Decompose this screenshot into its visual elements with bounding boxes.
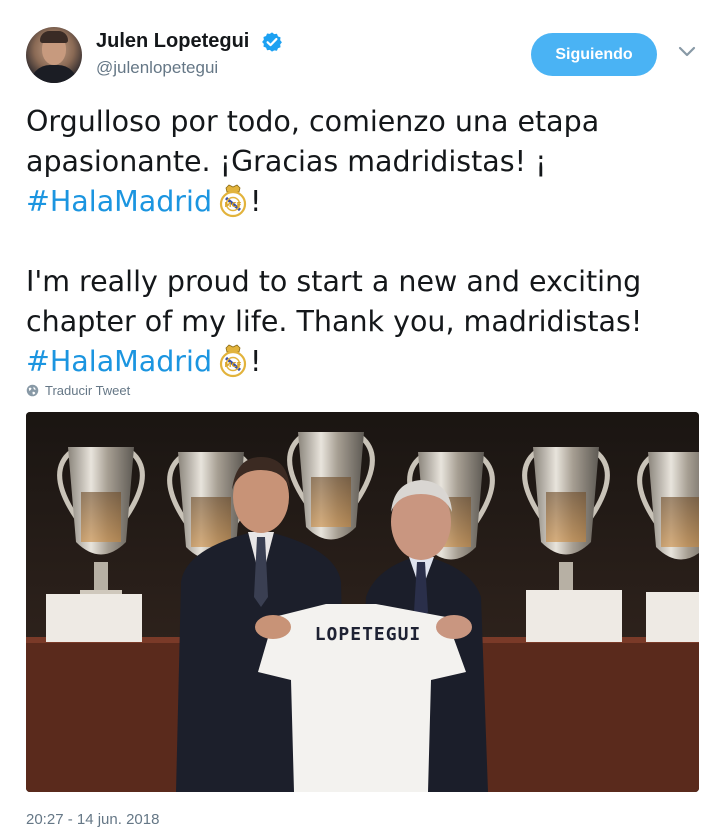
- tweet-line: I'm really proud to start a new and exci…: [26, 265, 642, 298]
- real-madrid-crest-emoji-icon: MCF: [219, 344, 247, 378]
- svg-text:MCF: MCF: [225, 201, 242, 209]
- globe-icon: [26, 384, 39, 397]
- hashtag-link[interactable]: #HalaMadrid: [26, 345, 212, 378]
- tweet-line: #HalaMadrid MCF !: [26, 342, 696, 382]
- verified-badge-icon: [262, 32, 282, 52]
- tweet-line: chapter of my life. Thank you, madridist…: [26, 305, 643, 338]
- tweet-exclaim: !: [250, 185, 262, 218]
- tweet-photo[interactable]: LOPETEGUI: [26, 412, 699, 792]
- hashtag-link[interactable]: #HalaMadrid: [26, 185, 212, 218]
- translate-label: Traducir Tweet: [45, 383, 131, 398]
- tweet-line: Orgulloso por todo, comienzo una etapa: [26, 105, 600, 138]
- user-name[interactable]: Julen Lopetegui: [96, 30, 249, 53]
- jersey-name: LOPETEGUI: [315, 624, 422, 645]
- tweet-text: Orgulloso por todo, comienzo una etapa a…: [26, 102, 696, 382]
- translate-tweet-link[interactable]: Traducir Tweet: [26, 383, 130, 398]
- tweet-exclaim: !: [250, 345, 262, 378]
- tweet-line: apasionante. ¡Gracias madridistas! ¡: [26, 145, 547, 178]
- following-button[interactable]: Siguiendo: [531, 33, 657, 76]
- avatar-suit: [30, 65, 78, 83]
- photo-illustration: LOPETEGUI: [26, 412, 699, 792]
- user-handle[interactable]: @julenlopetegui: [96, 58, 218, 78]
- tweet-line: #HalaMadrid MCF !: [26, 182, 696, 222]
- real-madrid-crest-emoji-icon: MCF: [219, 184, 247, 218]
- svg-text:MCF: MCF: [225, 361, 242, 369]
- tweet-timestamp[interactable]: 20:27 - 14 jun. 2018: [26, 811, 159, 828]
- user-avatar[interactable]: [26, 27, 82, 83]
- avatar-hair: [40, 31, 68, 43]
- chevron-down-icon[interactable]: [678, 46, 696, 58]
